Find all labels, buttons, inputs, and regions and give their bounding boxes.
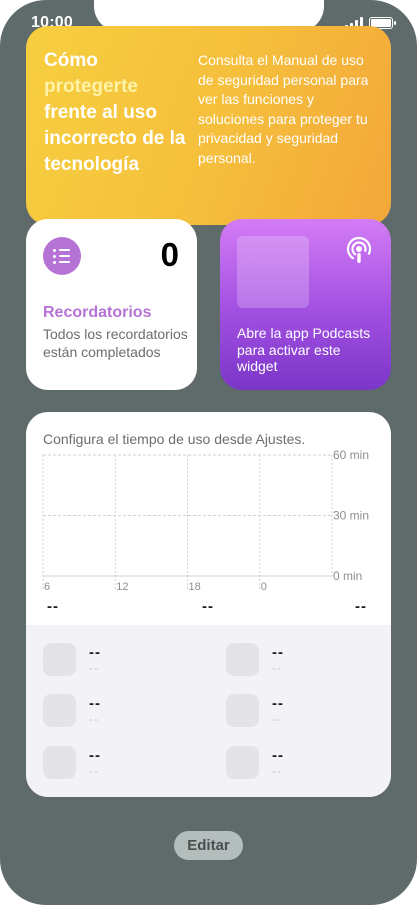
app-time: -- [89, 660, 99, 675]
y-tick-label: 60 min [333, 448, 369, 462]
app-time: -- [89, 763, 99, 778]
app-name: -- [89, 694, 101, 712]
app-icon-placeholder [43, 746, 76, 779]
app-icon-placeholder [226, 746, 259, 779]
edit-button[interactable]: Editar [174, 831, 243, 860]
podcasts-widget[interactable]: Abre la app Podcasts para activar este w… [220, 219, 391, 390]
safety-heading-highlight: protegerte [44, 76, 138, 97]
summary-value-2: -- [202, 598, 214, 615]
home-screen: 10:00 Cómo protegerte frente al uso inco… [0, 0, 417, 905]
app-name: -- [89, 643, 101, 661]
reminders-subtitle: Todos los recordatorios están completado… [43, 326, 188, 360]
app-usage-item: -- -- [226, 694, 284, 727]
app-usage-list: -- -- -- -- -- -- -- -- -- -- -- -- [26, 625, 391, 797]
app-icon-placeholder [43, 694, 76, 727]
podcasts-message: Abre la app Podcasts para activar este w… [237, 325, 371, 374]
reminders-widget[interactable]: 0 Recordatorios Todos los recordatorios … [26, 219, 197, 390]
app-time: -- [272, 660, 282, 675]
app-usage-item: -- -- [226, 746, 284, 779]
safety-body-text: Consulta el Manual de uso de seguridad p… [198, 52, 369, 166]
summary-value-1: -- [47, 598, 59, 615]
podcasts-icon [346, 236, 372, 263]
x-tick-label: 0 [261, 581, 267, 593]
reminders-title: Recordatorios [43, 304, 152, 321]
app-name: -- [89, 746, 101, 764]
app-icon-placeholder [226, 643, 259, 676]
app-time: -- [272, 763, 282, 778]
screen-time-chart: 60 min 30 min 0 min 6 12 18 0 [42, 448, 369, 593]
podcast-artwork-placeholder [237, 236, 309, 308]
reminders-count: 0 [160, 236, 179, 273]
list-bullet-icon [43, 237, 81, 275]
x-tick-label: 18 [189, 581, 201, 593]
app-icon-placeholder [226, 694, 259, 727]
app-name: -- [272, 746, 284, 764]
safety-heading-part1: Cómo [44, 50, 98, 71]
app-name: -- [272, 694, 284, 712]
safety-guide-widget[interactable]: Cómo protegerte frente al uso incorrecto… [26, 26, 391, 225]
safety-heading: Cómo protegerte frente al uso incorrecto… [44, 48, 194, 178]
summary-value-3: -- [355, 598, 367, 615]
app-icon-placeholder [43, 643, 76, 676]
y-tick-label: 30 min [333, 509, 369, 523]
app-time: -- [272, 711, 282, 726]
app-time: -- [89, 711, 99, 726]
x-tick-label: 6 [44, 581, 50, 593]
app-usage-item: -- -- [226, 643, 284, 676]
app-name: -- [272, 643, 284, 661]
screen-time-widget[interactable]: Configura el tiempo de uso desde Ajustes… [26, 412, 391, 797]
app-usage-item: -- -- [43, 746, 101, 779]
app-usage-item: -- -- [43, 694, 101, 727]
safety-heading-part2: frente al uso incorrecto de la tecnologí… [44, 102, 186, 175]
x-tick-label: 12 [116, 581, 128, 593]
app-usage-item: -- -- [43, 643, 101, 676]
y-tick-label: 0 min [333, 569, 362, 583]
